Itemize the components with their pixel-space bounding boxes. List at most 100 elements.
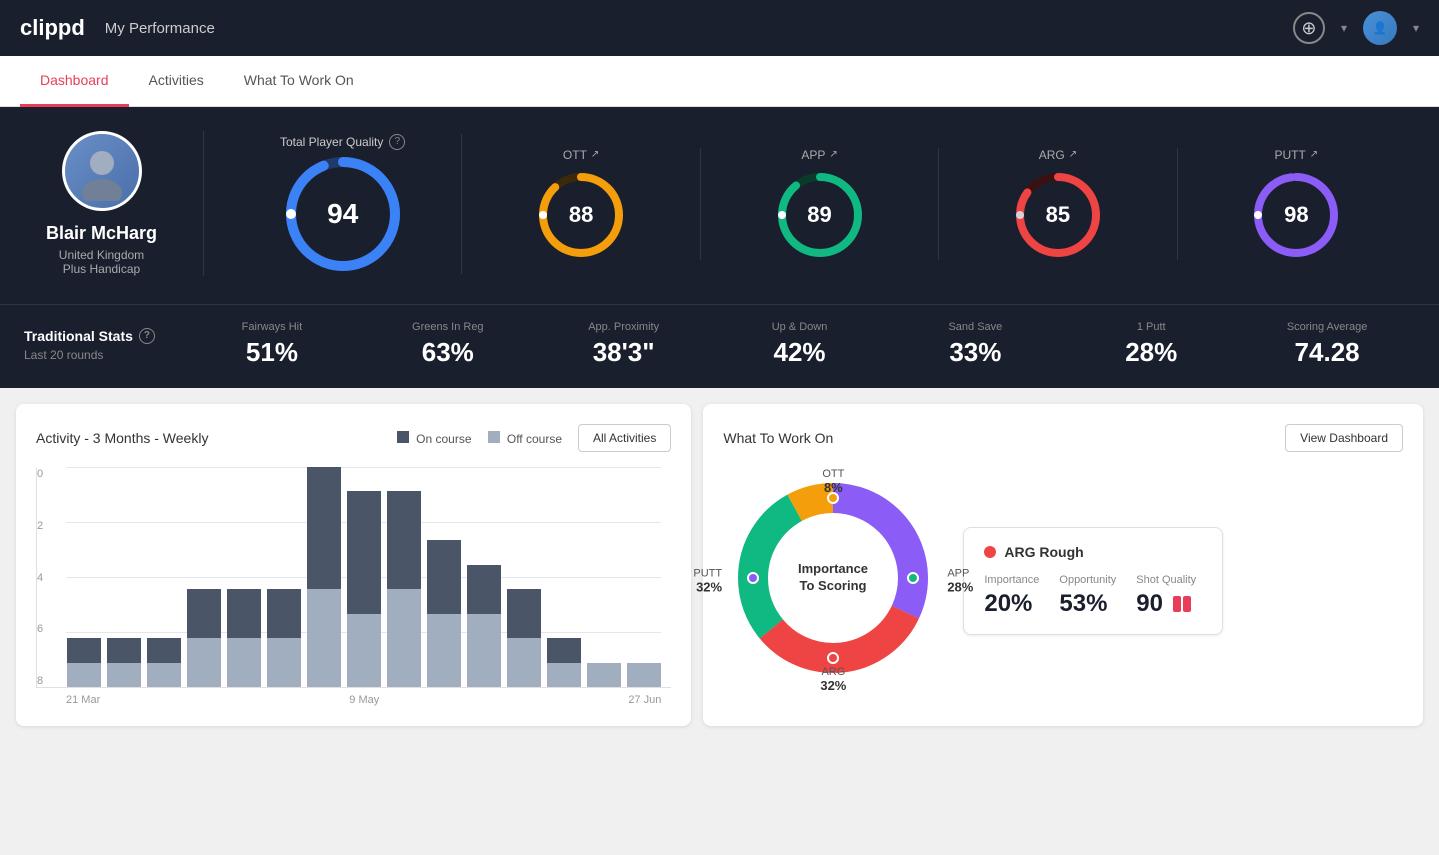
metric-shot-quality: Shot Quality 90 (1136, 574, 1196, 618)
stat-up-and-down: Up & Down 42% (712, 321, 888, 368)
player-country: United Kingdom (59, 248, 144, 262)
traditional-stats: Traditional Stats ? Last 20 rounds Fairw… (0, 304, 1439, 388)
tab-dashboard[interactable]: Dashboard (20, 56, 129, 107)
chart-title: Activity - 3 Months - Weekly (36, 430, 208, 446)
on-course-bar (147, 638, 181, 662)
on-course-bar (267, 589, 301, 638)
off-course-bar (427, 614, 461, 687)
all-activities-button[interactable]: All Activities (578, 424, 671, 452)
stat-scoring-average: Scoring Average 74.28 (1239, 321, 1415, 368)
trad-stats-period: Last 20 rounds (24, 348, 184, 362)
total-circle: 94 (283, 154, 403, 274)
bar-group (507, 589, 541, 687)
putt-value: 98 (1284, 202, 1308, 228)
logo[interactable]: clippd (20, 15, 85, 41)
score-ott: OTT ↗ 88 (462, 148, 700, 260)
bar-group (107, 638, 141, 687)
on-course-bar (347, 491, 381, 613)
on-course-bar (187, 589, 221, 638)
ott-donut-label: OTT 8% (822, 468, 844, 495)
bar-group (587, 663, 621, 687)
bar-group (267, 589, 301, 687)
hero-section: Blair McHarg United Kingdom Plus Handica… (0, 107, 1439, 304)
x-axis-labels: 21 Mar 9 May 27 Jun (36, 688, 671, 706)
main-content: Activity - 3 Months - Weekly On course O… (0, 388, 1439, 742)
trad-stats-label: Traditional Stats ? Last 20 rounds (24, 328, 184, 362)
app-value: 89 (807, 202, 831, 228)
off-course-bar (627, 663, 661, 687)
on-course-bar (107, 638, 141, 662)
score-putt: PUTT ↗ 98 (1178, 148, 1415, 260)
nav-title: My Performance (105, 20, 215, 37)
chart-controls: On course Off course All Activities (397, 424, 672, 452)
metric-opportunity: Opportunity 53% (1059, 574, 1116, 618)
add-chevron: ▾ (1341, 21, 1347, 35)
view-dashboard-button[interactable]: View Dashboard (1285, 424, 1403, 452)
total-help-icon[interactable]: ? (389, 134, 405, 150)
off-course-bar (547, 663, 581, 687)
off-course-bar (187, 638, 221, 687)
app-arrow-icon: ↗ (829, 149, 837, 160)
add-button[interactable]: ⊕ (1293, 12, 1325, 44)
stat-greens-in-reg: Greens In Reg 63% (360, 321, 536, 368)
off-course-bar (147, 663, 181, 687)
putt-circle: 98 (1251, 170, 1341, 260)
avatar[interactable]: 👤 (1363, 11, 1397, 45)
tab-activities[interactable]: Activities (129, 56, 224, 107)
arg-label: ARG ↗ (1039, 148, 1077, 162)
donut-chart-wrapper: Importance To Scoring OTT 8% APP 28% (723, 468, 943, 693)
on-course-bar (67, 638, 101, 662)
off-course-bar (227, 638, 261, 687)
bar-group (147, 638, 181, 687)
metric-importance: Importance 20% (984, 574, 1039, 618)
nav-right: ⊕ ▾ 👤 ▾ (1293, 11, 1419, 45)
tab-what-to-work-on[interactable]: What To Work On (224, 56, 374, 107)
bar-group (307, 467, 341, 687)
stat-sand-save: Sand Save 33% (887, 321, 1063, 368)
ott-arrow-icon: ↗ (591, 149, 599, 160)
score-total: Total Player Quality ? 94 (224, 134, 462, 274)
wtwo-title: What To Work On (723, 430, 833, 446)
app-label: APP ↗ (801, 148, 837, 162)
avatar-chevron: ▾ (1413, 21, 1419, 35)
top-nav: clippd My Performance ⊕ ▾ 👤 ▾ (0, 0, 1439, 56)
putt-arrow-icon: ↗ (1310, 149, 1318, 160)
off-course-bar (267, 638, 301, 687)
off-course-bar (587, 663, 621, 687)
on-course-bar (507, 589, 541, 638)
bar-chart: 8 6 4 2 0 (36, 468, 671, 688)
ott-label: OTT ↗ (563, 148, 599, 162)
legend-on-course: On course (397, 431, 472, 446)
off-course-bar (307, 589, 341, 687)
detail-dot (984, 546, 996, 558)
trad-stats-help-icon[interactable]: ? (139, 328, 155, 344)
bar-group (187, 589, 221, 687)
putt-label: PUTT ↗ (1274, 148, 1318, 162)
chart-header: Activity - 3 Months - Weekly On course O… (36, 424, 671, 452)
trad-stats-heading: Traditional Stats ? (24, 328, 184, 344)
player-handicap: Plus Handicap (63, 262, 140, 276)
on-course-dot (397, 431, 409, 443)
player-avatar (62, 131, 142, 211)
scores-section: Total Player Quality ? 94 OTT ↗ (204, 134, 1415, 274)
bar-group (227, 589, 261, 687)
detail-card: ARG Rough Importance 20% Opportunity 53%… (963, 527, 1223, 635)
svg-text:To Scoring: To Scoring (800, 578, 867, 593)
bar-group (347, 491, 381, 687)
svg-text:Importance: Importance (798, 561, 868, 576)
off-course-bar (67, 663, 101, 687)
stat-one-putt: 1 Putt 28% (1063, 321, 1239, 368)
what-to-work-on-card: What To Work On View Dashboard (703, 404, 1423, 726)
putt-donut-label: PUTT 32% (693, 567, 722, 594)
y-axis-labels: 8 6 4 2 0 (37, 468, 47, 687)
bar-group (387, 491, 421, 687)
arg-arrow-icon: ↗ (1069, 149, 1077, 160)
on-course-bar (427, 540, 461, 613)
off-course-bar (467, 614, 501, 687)
donut-chart: Importance To Scoring (723, 468, 943, 688)
bar-group (547, 638, 581, 687)
shot-quality-bar (1173, 596, 1191, 612)
ott-value: 88 (569, 202, 593, 228)
arg-circle: 85 (1013, 170, 1103, 260)
wtwo-content: Importance To Scoring OTT 8% APP 28% (723, 468, 1403, 693)
